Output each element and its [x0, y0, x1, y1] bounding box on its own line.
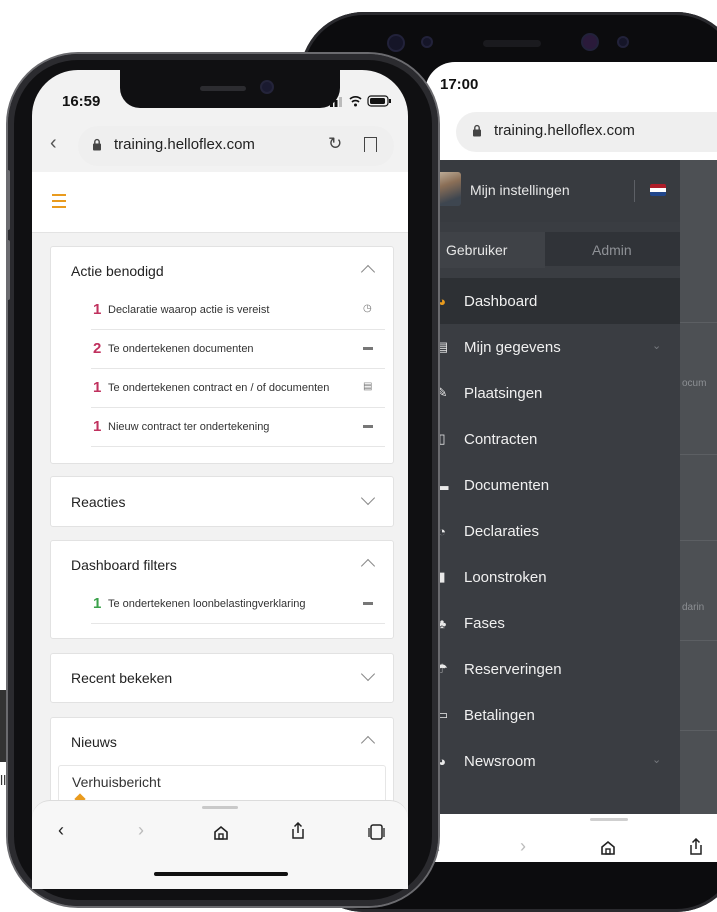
- sensor-icon: [619, 38, 627, 46]
- news-item-title: Verhuisbericht: [72, 774, 161, 790]
- content-overlay: [680, 160, 717, 814]
- flag-nl-icon[interactable]: [650, 184, 666, 196]
- card-title: Nieuws: [71, 734, 117, 750]
- clock-icon: ◷: [363, 303, 372, 314]
- camera-icon: [583, 35, 597, 49]
- back-phone-sensor-bar: [365, 26, 665, 62]
- chevron-down-icon: ⌄: [652, 340, 662, 352]
- volume-button: [6, 240, 10, 300]
- chevron-down-icon[interactable]: [360, 490, 376, 506]
- volume-button: [6, 170, 10, 230]
- divider: [680, 322, 717, 323]
- tab-gebruiker-label: Gebruiker: [446, 242, 508, 258]
- address-url: training.helloflex.com: [494, 122, 635, 139]
- speaker-icon: [200, 86, 246, 91]
- sidebar-item-documenten[interactable]: ▬ Documenten: [434, 462, 674, 508]
- divider: [91, 623, 385, 624]
- status-bar-time: 16:59: [62, 93, 101, 110]
- divider: [91, 446, 385, 447]
- home-icon[interactable]: [213, 825, 229, 841]
- folder-icon: ▬: [363, 342, 373, 353]
- sidebar-item-plaatsingen[interactable]: ✎ Plaatsingen: [434, 370, 674, 416]
- card-reacties[interactable]: Reacties: [50, 476, 394, 527]
- divider: [634, 180, 635, 202]
- camera-icon: [262, 82, 272, 92]
- bookmark-icon[interactable]: [364, 137, 377, 152]
- sidebar-item-reserveringen[interactable]: ☂ Reserveringen: [434, 646, 674, 692]
- lock-icon: [473, 124, 481, 137]
- chevron-up-icon[interactable]: [360, 264, 376, 280]
- share-icon[interactable]: [290, 822, 306, 840]
- home-indicator[interactable]: [154, 872, 288, 876]
- chevron-up-icon[interactable]: [360, 735, 376, 751]
- divider: [680, 540, 717, 541]
- address-url: training.helloflex.com: [114, 136, 255, 153]
- tabs-icon[interactable]: [368, 824, 386, 840]
- card-title: Dashboard filters: [71, 557, 177, 573]
- contract-icon: ▤: [363, 381, 373, 392]
- browser-back-icon[interactable]: ‹: [50, 132, 57, 155]
- peek-text: darin: [682, 602, 705, 613]
- card-title: Actie benodigd: [71, 263, 164, 279]
- hamburger-menu-icon[interactable]: [52, 194, 66, 212]
- list-item[interactable]: 1 Nieuw contract ter ondertekening ▬: [51, 406, 385, 446]
- sidebar-item-betalingen[interactable]: ▭ Betalingen: [434, 692, 674, 738]
- tab-admin-label: Admin: [592, 242, 632, 258]
- list-item[interactable]: 2 Te ondertekenen documenten ▬: [51, 328, 385, 368]
- sheet-handle[interactable]: [202, 806, 238, 809]
- back-browser-toolbar: [425, 814, 717, 862]
- sidebar-item-fases[interactable]: ♣ Fases: [434, 600, 674, 646]
- chevron-down-icon[interactable]: [360, 666, 376, 682]
- sidebar-item-mijn-gegevens[interactable]: ▤ Mijn gegevens ⌄: [434, 324, 674, 370]
- list-item[interactable]: 1 Declaratie waarop actie is vereist ◷: [51, 289, 385, 329]
- sheet-handle[interactable]: [590, 818, 628, 821]
- camera-icon: [389, 36, 403, 50]
- status-bar-time: 17:00: [440, 76, 479, 93]
- folder-icon: ▬: [363, 420, 373, 431]
- background-banner-text: ll: [0, 772, 7, 788]
- list-item[interactable]: 1 Te ondertekenen loonbelastingverklarin…: [51, 583, 385, 623]
- home-icon[interactable]: [600, 840, 616, 856]
- forward-arrow-icon[interactable]: ›: [138, 820, 144, 841]
- sidebar-item-loonstroken[interactable]: ▮ Loonstroken: [434, 554, 674, 600]
- share-icon[interactable]: [688, 838, 704, 856]
- chevron-down-icon: ⌄: [652, 754, 662, 766]
- sidebar-item-contracten[interactable]: ▯ Contracten: [434, 416, 674, 462]
- card-actie-benodigd: Actie benodigd 1 Declaratie waarop actie…: [50, 246, 394, 464]
- status-icons: [330, 95, 391, 107]
- speaker-icon: [483, 40, 541, 47]
- divider: [680, 454, 717, 455]
- settings-link[interactable]: Mijn instellingen: [470, 182, 570, 198]
- sidebar-item-newsroom[interactable]: ◕ Newsroom ⌄: [434, 738, 674, 784]
- card-title: Recent bekeken: [71, 670, 173, 686]
- lock-icon: [93, 138, 101, 151]
- card-recent-bekeken[interactable]: Recent bekeken: [50, 653, 394, 703]
- sidebar-item-dashboard[interactable]: ◕ Dashboard: [434, 278, 674, 324]
- divider: [680, 640, 717, 641]
- sensor-icon: [423, 38, 431, 46]
- chevron-up-icon[interactable]: [360, 558, 376, 574]
- app-header: [32, 172, 408, 233]
- reload-icon[interactable]: ↻: [328, 134, 342, 154]
- folder-icon: ▬: [363, 597, 373, 608]
- divider: [680, 730, 717, 731]
- list-item[interactable]: 1 Te ondertekenen contract en / of docum…: [51, 367, 385, 407]
- peek-text: ocum: [682, 378, 707, 389]
- sidebar-item-declaraties[interactable]: ◔ Declaraties: [434, 508, 674, 554]
- card-title: Reacties: [71, 494, 126, 510]
- back-arrow-icon[interactable]: ‹: [58, 820, 64, 841]
- forward-arrow-icon[interactable]: ›: [520, 836, 526, 857]
- card-dashboard-filters: Dashboard filters 1 Te ondertekenen loon…: [50, 540, 394, 639]
